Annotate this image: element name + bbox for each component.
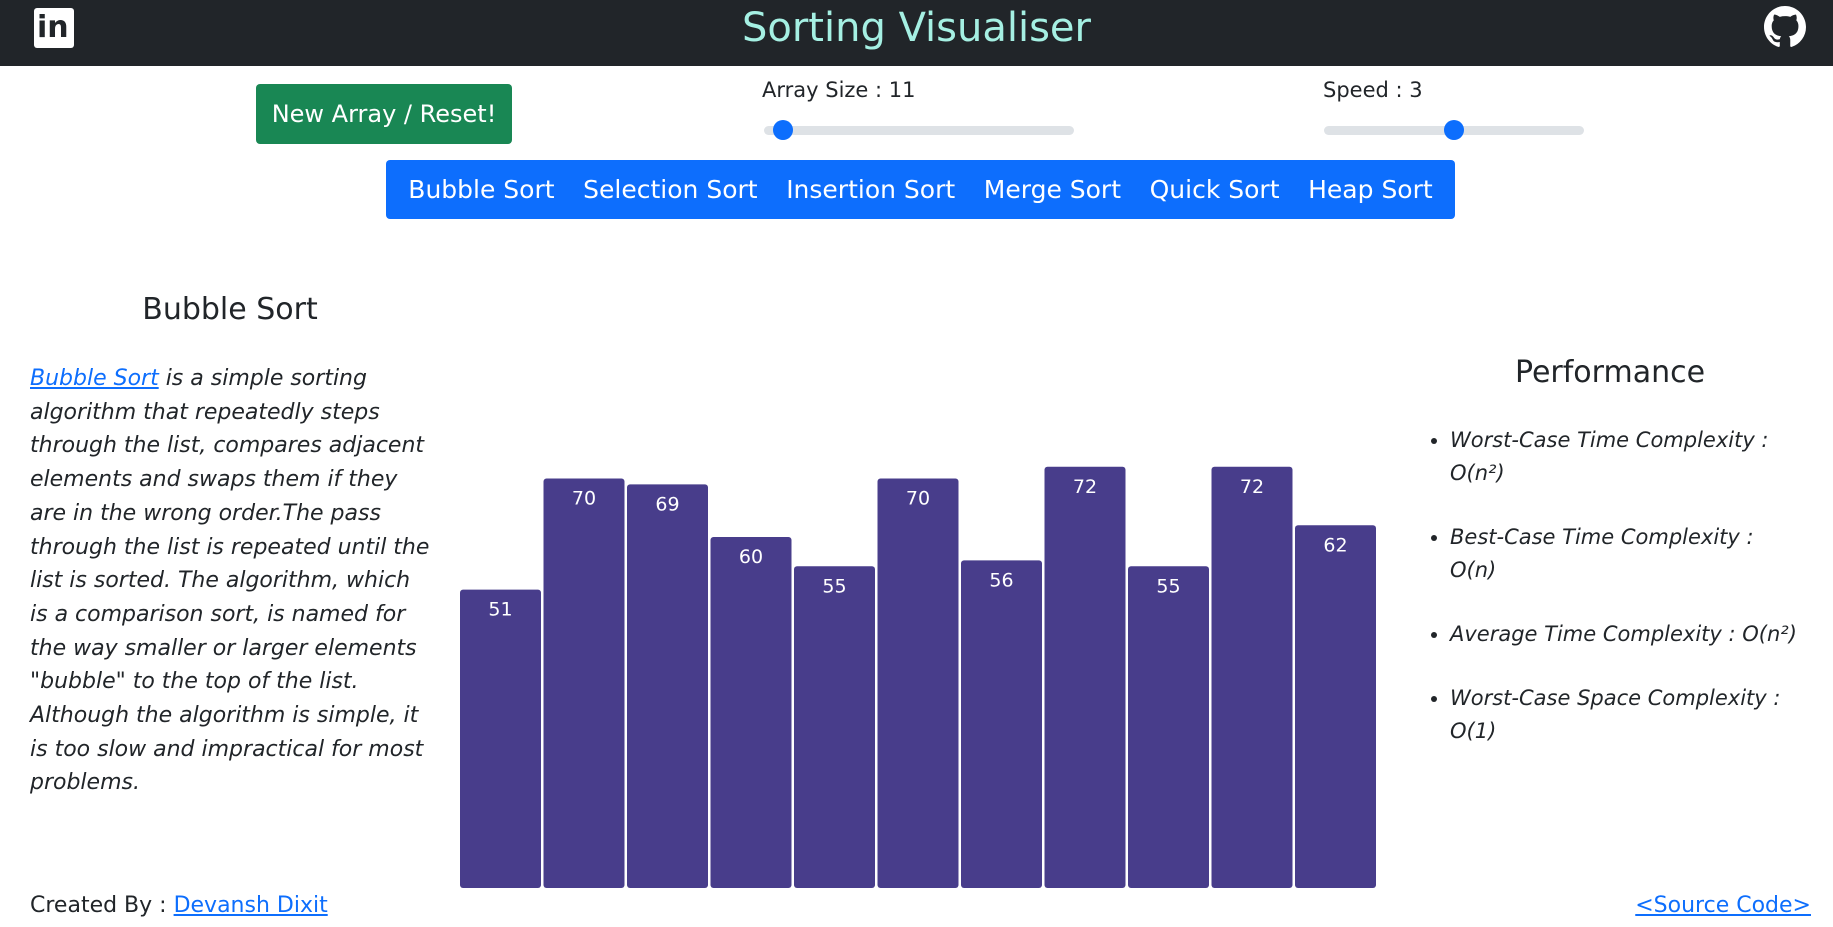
chart-bar-label: 69 — [655, 493, 679, 515]
algorithm-wiki-link[interactable]: Bubble Sort — [30, 366, 159, 391]
bar-chart: 51 70 69 60 55 70 56 72 55 72 62 — [460, 466, 1376, 888]
chart-bar — [1044, 466, 1126, 888]
algorithm-description-text: is a simple sorting algorithm that repea… — [30, 366, 430, 796]
heap-sort-tab[interactable]: Heap Sort — [1302, 175, 1439, 204]
chart-bar-label: 72 — [1073, 476, 1097, 498]
algorithm-description: Bubble Sort is a simple sorting algorith… — [30, 362, 430, 800]
performance-item: Worst-Case Space Complexity : O(1) — [1450, 682, 1800, 748]
selection-sort-tab[interactable]: Selection Sort — [577, 175, 763, 204]
github-icon[interactable] — [1764, 6, 1806, 48]
chart-bar-label: 70 — [572, 488, 596, 510]
chart-bar — [961, 560, 1042, 888]
chart-bar-label: 60 — [739, 546, 763, 568]
merge-sort-tab[interactable]: Merge Sort — [978, 175, 1127, 204]
bubble-sort-tab[interactable]: Bubble Sort — [402, 175, 560, 204]
chart-bar-label: 70 — [906, 488, 930, 510]
source-code-link[interactable]: <Source Code> — [1635, 891, 1811, 921]
chart-bar-label: 55 — [822, 575, 846, 597]
chart-bar-label: 62 — [1323, 534, 1347, 556]
chart-bar-label: 51 — [488, 599, 512, 621]
sort-algorithm-menu: Bubble Sort Selection Sort Insertion Sor… — [386, 160, 1455, 219]
chart-bar — [460, 589, 541, 888]
chart-bar — [877, 478, 959, 888]
performance-item: Best-Case Time Complexity : O(n) — [1450, 521, 1800, 587]
chart-bar — [710, 537, 792, 888]
chart-bar-label: 72 — [1240, 476, 1264, 498]
chart-bar — [543, 478, 625, 888]
array-size-label: Array Size : 11 — [762, 78, 916, 102]
app-title: Sorting Visualiser — [742, 5, 1091, 51]
array-size-slider-thumb[interactable] — [772, 120, 793, 140]
algorithm-title: Bubble Sort — [142, 292, 318, 327]
chart-bar-label: 56 — [989, 569, 1013, 591]
top-navbar: in Sorting Visualiser — [0, 0, 1833, 66]
author-link[interactable]: Devansh Dixit — [174, 893, 328, 918]
credits: Created By : Devansh Dixit — [30, 891, 328, 921]
speed-label: Speed : 3 — [1323, 78, 1423, 102]
created-by-label: Created By : — [30, 893, 174, 918]
chart-bar — [1211, 466, 1293, 888]
performance-list: Worst-Case Time Complexity : O(n²) Best-… — [1400, 424, 1800, 779]
insertion-sort-tab[interactable]: Insertion Sort — [780, 175, 961, 204]
speed-slider[interactable] — [1324, 120, 1584, 140]
performance-item: Average Time Complexity : O(n²) — [1450, 618, 1800, 651]
array-size-slider[interactable] — [764, 120, 1074, 140]
chart-bar — [627, 484, 708, 888]
chart-bar — [1128, 566, 1209, 888]
chart-bar — [794, 566, 875, 888]
new-array-reset-button[interactable]: New Array / Reset! — [256, 84, 512, 144]
quick-sort-tab[interactable]: Quick Sort — [1144, 175, 1286, 204]
chart-bar-label: 55 — [1156, 575, 1180, 597]
performance-title: Performance — [1514, 355, 1706, 390]
chart-bar — [1295, 525, 1376, 888]
performance-item: Worst-Case Time Complexity : O(n²) — [1450, 424, 1800, 490]
speed-slider-thumb[interactable] — [1444, 120, 1464, 140]
